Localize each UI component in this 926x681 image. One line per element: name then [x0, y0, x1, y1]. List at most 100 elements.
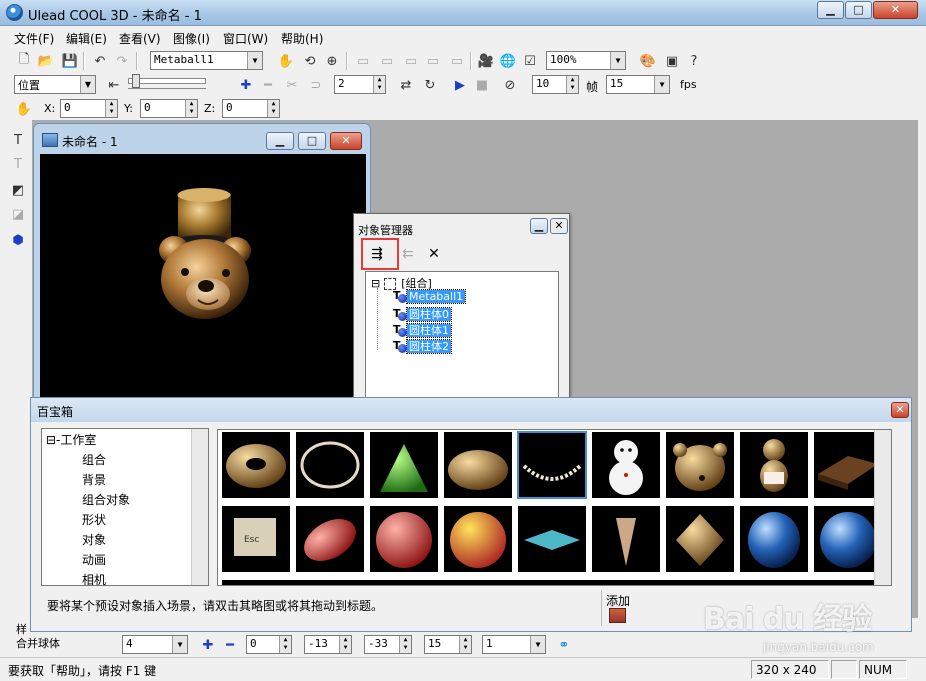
menu-view[interactable]: 查看(V)	[119, 30, 161, 47]
merge-sphere-label: 合并球体	[16, 637, 60, 650]
hand-position-icon[interactable]: ✋	[14, 99, 34, 119]
light-icon-3[interactable]: ▭	[401, 51, 421, 71]
minimize-button[interactable]: ▁	[817, 1, 844, 19]
menu-edit[interactable]: 编辑(E)	[66, 30, 107, 47]
tree-item-cylinder2[interactable]: 圆柱体2	[393, 338, 452, 354]
doc-close-button[interactable]: ✕	[330, 132, 362, 150]
text-edit-icon[interactable]: T	[8, 154, 28, 174]
add-sphere-icon[interactable]: ✚	[198, 635, 218, 655]
add-keyframe-icon[interactable]: ✚	[236, 75, 256, 95]
easypalette-close-button[interactable]: ✕	[891, 402, 909, 418]
shape-insert-icon[interactable]: ◩	[8, 180, 28, 200]
menu-image[interactable]: 图像(I)	[173, 30, 210, 47]
doc-minimize-button[interactable]: ▁	[266, 132, 294, 150]
shape-edit-icon[interactable]: ◪	[8, 204, 28, 224]
objmgr-minimize-button[interactable]: ▁	[530, 218, 548, 234]
fps-select[interactable]: 15 ▼	[606, 75, 670, 94]
play-icon[interactable]: ▶	[450, 75, 470, 95]
light-icon-2[interactable]: ▭	[377, 51, 397, 71]
delete-object-button[interactable]: ✕	[420, 241, 448, 267]
objmgr-close-button[interactable]: ✕	[550, 218, 568, 234]
thumbnail-grid: Esc	[217, 429, 892, 586]
stop-icon[interactable]: ■	[472, 75, 492, 95]
reverse-icon[interactable]: ⊃	[306, 75, 326, 95]
menu-window[interactable]: 窗口(W)	[223, 30, 268, 47]
frame-count-field[interactable]: 10 ▲ ▼	[532, 75, 579, 94]
refresh-icon[interactable]: ↻	[420, 75, 440, 95]
maximize-button[interactable]: □	[845, 1, 872, 19]
menu-file[interactable]: 文件(F)	[14, 30, 54, 47]
remove-keyframe-icon[interactable]: ━	[258, 75, 278, 95]
open-icon[interactable]: 📂	[36, 51, 56, 71]
edit-icon[interactable]: ☑	[520, 51, 540, 71]
new-icon[interactable]: 🗋	[14, 51, 34, 71]
thumbnail-scrollbar[interactable]	[874, 430, 891, 585]
category-animation[interactable]: 动画	[82, 551, 106, 568]
tree-item-cylinder1[interactable]: 圆柱体1	[393, 322, 452, 338]
status-num: NUM	[859, 660, 907, 679]
category-camera[interactable]: 相机	[82, 571, 106, 588]
render-icon[interactable]: ▣	[662, 51, 682, 71]
help-icon[interactable]: ?	[684, 51, 704, 71]
hand-icon[interactable]: ✋	[276, 51, 296, 71]
tree-item-metaball1[interactable]: Metaball1	[393, 289, 467, 304]
category-group-object[interactable]: 组合对象	[82, 491, 130, 508]
target-icon[interactable]: ⊕	[322, 51, 342, 71]
attr-field-4[interactable]: 15 ▲ ▼	[424, 635, 472, 654]
instruction-text: 要将某个预设对象插入场景，请双击其略图或将其拖动到标题。	[47, 599, 384, 613]
position-toolbar: ✋ X: 0 ▲ ▼ Y: 0 ▲ ▼ Z: 0 ▲ ▼	[10, 97, 916, 121]
collapse-icon[interactable]: ⊟	[371, 277, 380, 290]
scene-canvas[interactable]	[40, 154, 366, 398]
category-object[interactable]: 对象	[82, 531, 106, 548]
no-loop-icon[interactable]: ⊘	[500, 75, 520, 95]
light-icon-1[interactable]: ▭	[353, 51, 373, 71]
tree-item-cylinder0[interactable]: 圆柱体0	[393, 306, 452, 322]
rotate-icon[interactable]: ⟲	[300, 51, 320, 71]
timeline-slider-thumb[interactable]	[132, 74, 140, 88]
attr-field-2[interactable]: -13 ▲ ▼	[304, 635, 352, 654]
zoom-select[interactable]: 100% ▼	[546, 51, 626, 70]
palette-icon[interactable]: 🎨	[638, 51, 658, 71]
add-label[interactable]: 添加	[606, 592, 630, 609]
object-icon	[393, 289, 407, 303]
light-icon-4[interactable]: ▭	[423, 51, 443, 71]
z-field[interactable]: 0 ▲ ▼	[222, 99, 280, 118]
category-studio[interactable]: ⊟-工作室	[46, 431, 96, 448]
tree-root[interactable]: ⊟ [组合]	[371, 275, 434, 291]
x-label: X:	[44, 102, 56, 115]
remove-sphere-icon[interactable]: ━	[220, 635, 240, 655]
svg-text:Esc: Esc	[244, 535, 259, 545]
add-icon[interactable]	[609, 608, 626, 623]
category-shape[interactable]: 形状	[82, 511, 106, 528]
attr-field-3[interactable]: -33 ▲ ▼	[364, 635, 412, 654]
menu-bar: 文件(F) 编辑(E) 查看(V) 图像(I) 窗口(W) 帮助(H)	[0, 27, 926, 47]
category-scrollbar[interactable]	[191, 429, 208, 585]
attr-select[interactable]: 1 ▼	[482, 635, 546, 654]
doc-maximize-button[interactable]: □	[298, 132, 326, 150]
group-button[interactable]: ⇇	[394, 241, 422, 267]
geometry-icon[interactable]: ⬢	[8, 230, 28, 250]
close-button[interactable]: ✕	[873, 1, 918, 19]
sphere-count-select[interactable]: 4 ▼	[122, 635, 188, 654]
keyframe-field[interactable]: 2 ▲ ▼	[334, 75, 386, 94]
first-frame-icon[interactable]: ⇤	[104, 75, 124, 95]
object-select[interactable]: Metaball1 ▼	[150, 51, 263, 70]
x-field[interactable]: 0 ▲ ▼	[60, 99, 118, 118]
attribute-toolbar: 样 合并球体 4 ▼ ✚ ━ 0 ▲ ▼ -13 ▲ ▼ -33 ▲ ▼ 15 ▲ ▼ 1 ▼ ⚭	[10, 623, 916, 655]
category-composition[interactable]: 组合	[82, 451, 106, 468]
mode-select[interactable]: 位置 ▼	[14, 75, 96, 94]
menu-help[interactable]: 帮助(H)	[281, 30, 323, 47]
split-keyframe-icon[interactable]: ✂	[282, 75, 302, 95]
attr-field-1[interactable]: 0 ▲ ▼	[246, 635, 292, 654]
globe-icon[interactable]: 🌐	[498, 51, 518, 71]
y-field[interactable]: 0 ▲ ▼	[140, 99, 198, 118]
text-insert-icon[interactable]: T	[8, 130, 28, 150]
light-icon-5[interactable]: ▭	[447, 51, 467, 71]
loop-icon[interactable]: ⇄	[396, 75, 416, 95]
camera-icon[interactable]: 🎥	[476, 51, 496, 71]
redo-icon[interactable]: ↷	[112, 51, 132, 71]
save-icon[interactable]: 💾	[60, 51, 80, 71]
undo-icon[interactable]: ↶	[90, 51, 110, 71]
category-background[interactable]: 背景	[82, 471, 106, 488]
link-icon[interactable]: ⚭	[554, 635, 574, 655]
